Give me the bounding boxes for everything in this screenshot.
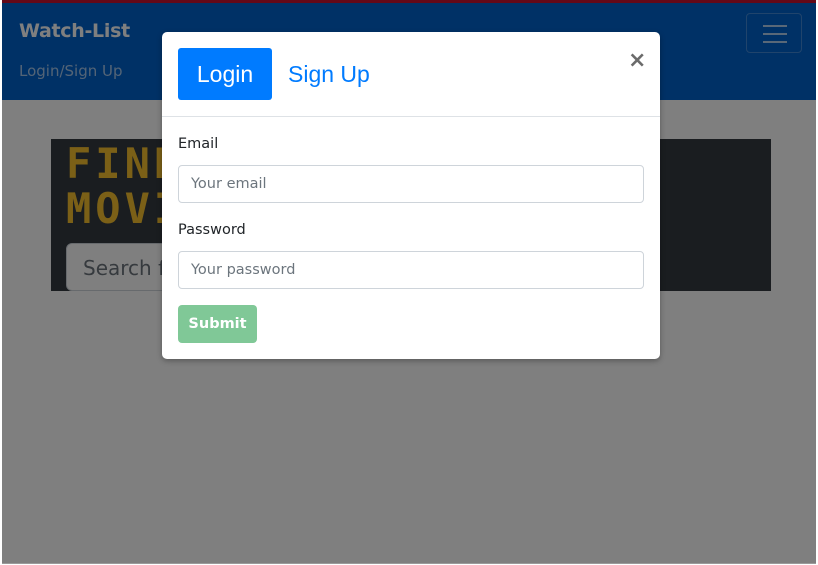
email-field[interactable]: [178, 165, 644, 203]
email-label: Email: [178, 136, 219, 152]
tab-login[interactable]: Login: [178, 48, 272, 100]
modal-header: Login Sign Up ×: [162, 32, 660, 117]
submit-button[interactable]: Submit: [178, 305, 257, 343]
password-field[interactable]: [178, 251, 644, 289]
tab-signup[interactable]: Sign Up: [288, 48, 370, 100]
login-modal: Login Sign Up × Email Password Submit: [162, 32, 660, 359]
password-label: Password: [178, 222, 246, 238]
browser-viewport: Watch-List Login/Sign Up FIND THE BEST F…: [2, 0, 816, 564]
close-icon[interactable]: ×: [628, 48, 646, 74]
